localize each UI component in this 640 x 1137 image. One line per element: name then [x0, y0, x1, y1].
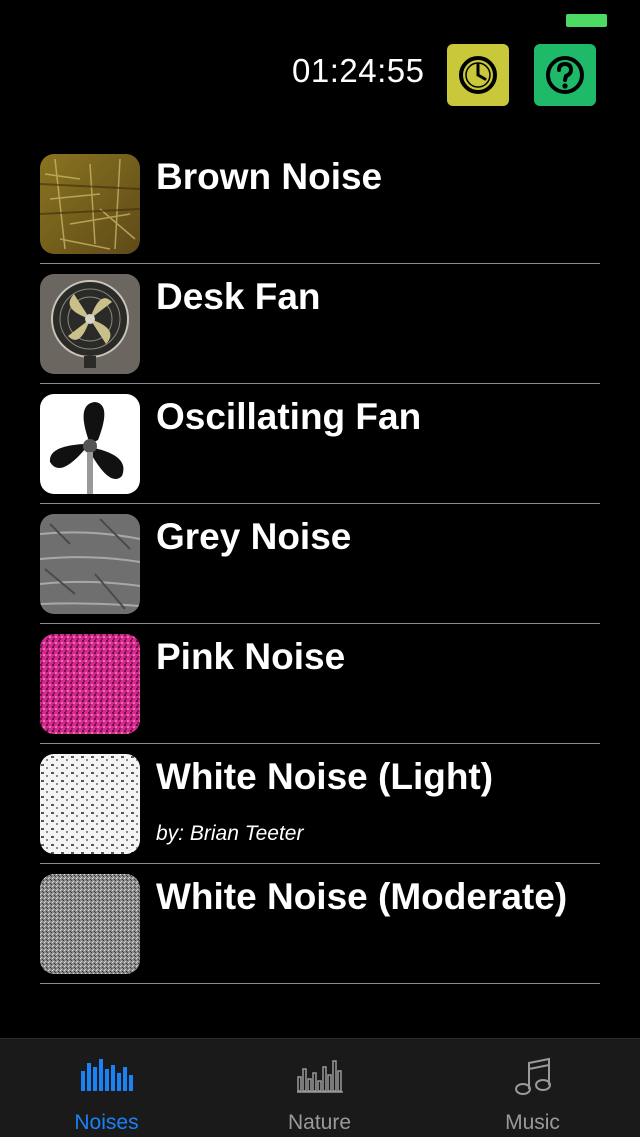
timer-button[interactable] — [447, 44, 509, 106]
tab-nature[interactable]: Nature — [213, 1039, 426, 1137]
list-item-white-noise-moderate[interactable]: White Noise (Moderate) — [40, 864, 600, 984]
tab-music[interactable]: Music — [426, 1039, 639, 1137]
list-item-brown-noise[interactable]: Brown Noise — [40, 144, 600, 264]
music-note-icon — [514, 1057, 551, 1095]
sound-title: White Noise (Light) — [156, 756, 494, 797]
desk-fan-thumbnail — [40, 274, 140, 374]
sound-title: Brown Noise — [156, 156, 383, 197]
clock-icon — [459, 56, 497, 94]
pink-noise-thumbnail — [40, 634, 140, 734]
sound-title: Desk Fan — [156, 276, 321, 317]
nature-bars-icon — [296, 1060, 343, 1093]
grey-noise-thumbnail — [40, 514, 140, 614]
tab-label: Noises — [74, 1111, 139, 1134]
battery-indicator — [566, 14, 607, 27]
sound-author: by: Brian Teeter — [156, 822, 304, 845]
equalizer-bars-icon — [80, 1059, 133, 1091]
list-item-desk-fan[interactable]: Desk Fan — [40, 264, 600, 384]
sound-title: Grey Noise — [156, 516, 352, 557]
tab-noises[interactable]: Noises — [0, 1039, 213, 1137]
white-noise-moderate-thumbnail — [40, 874, 140, 974]
sound-title: Oscillating Fan — [156, 396, 422, 437]
question-icon — [546, 56, 584, 94]
oscillating-fan-thumbnail — [40, 394, 140, 494]
list-item-white-noise-light[interactable]: White Noise (Light) by: Brian Teeter — [40, 744, 600, 864]
help-button[interactable] — [534, 44, 596, 106]
list-item-oscillating-fan[interactable]: Oscillating Fan — [40, 384, 600, 504]
tab-bar: Noises Nature Music — [0, 1038, 640, 1137]
sleep-timer-readout: 01:24:55 — [292, 52, 425, 89]
sound-title: White Noise (Moderate) — [156, 876, 568, 917]
brown-noise-thumbnail — [40, 154, 140, 254]
sound-list: Brown Noise Desk Fan Oscillating Fan Gre… — [40, 144, 600, 984]
sound-title: Pink Noise — [156, 636, 346, 677]
tab-label: Nature — [287, 1111, 352, 1134]
list-item-grey-noise[interactable]: Grey Noise — [40, 504, 600, 624]
tab-label: Music — [505, 1111, 560, 1134]
list-item-pink-noise[interactable]: Pink Noise — [40, 624, 600, 744]
white-noise-light-thumbnail — [40, 754, 140, 854]
